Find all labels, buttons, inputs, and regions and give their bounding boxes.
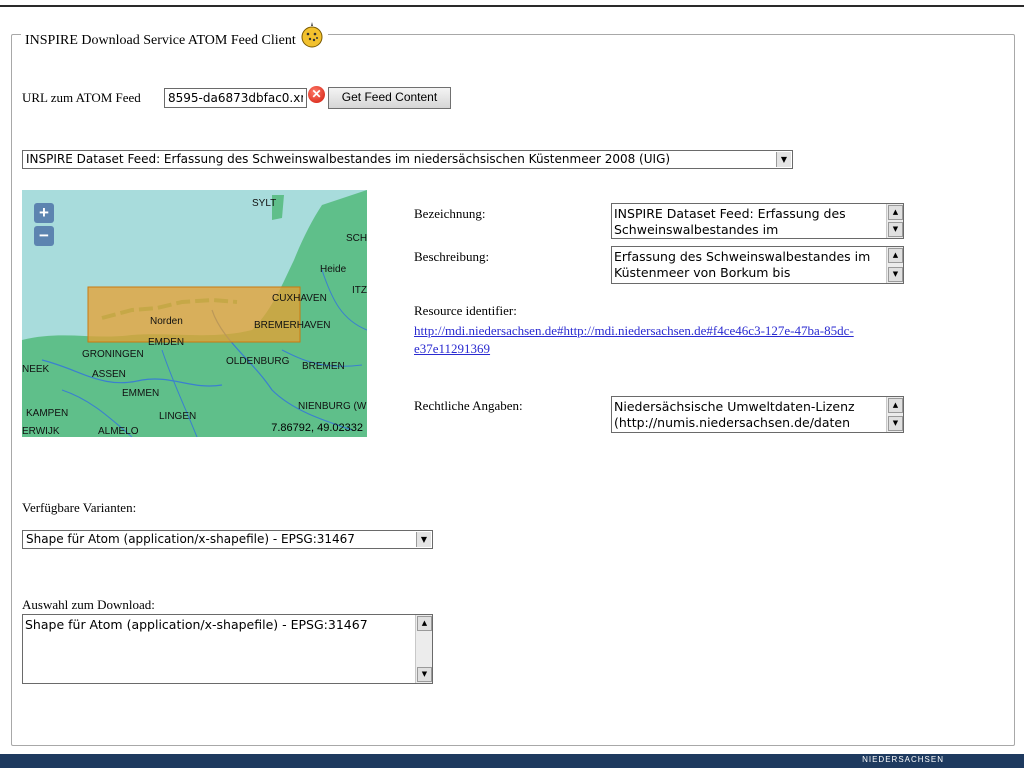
scroll-up-icon[interactable]: ▲ xyxy=(888,248,903,263)
gear-face-icon xyxy=(301,22,323,48)
beschreibung-textarea[interactable]: Erfassung des Schweinswalbestandes im Kü… xyxy=(611,246,904,284)
map-label: ITZ xyxy=(352,285,367,296)
bbox-rect xyxy=(87,286,301,343)
download-listbox[interactable]: Shape für Atom (application/x-shapefile)… xyxy=(22,614,433,684)
scroll-down-icon[interactable]: ▼ xyxy=(417,667,432,682)
rechtliche-angaben-label: Rechtliche Angaben: xyxy=(414,398,523,413)
scroll-up-icon[interactable]: ▲ xyxy=(417,616,432,631)
feed-select[interactable]: INSPIRE Dataset Feed: Erfassung des Schw… xyxy=(22,150,793,169)
fieldset-legend: INSPIRE Download Service ATOM Feed Clien… xyxy=(21,22,328,56)
download-label: Auswahl zum Download: xyxy=(22,597,155,612)
scroll-down-icon[interactable]: ▼ xyxy=(888,267,903,282)
bezeichnung-value: INSPIRE Dataset Feed: Erfassung des Schw… xyxy=(614,206,846,237)
map-coordinates: 7.86792, 49.02332 xyxy=(271,422,363,434)
beschreibung-value: Erfassung des Schweinswalbestandes im Kü… xyxy=(614,249,871,280)
varianten-select[interactable]: Shape für Atom (application/x-shapefile)… xyxy=(22,530,433,549)
map-label: KAMPEN xyxy=(26,408,69,419)
resource-identifier-link[interactable]: http://mdi.niedersachsen.de#http://mdi.n… xyxy=(414,322,864,358)
varianten-select-value: Shape für Atom (application/x-shapefile)… xyxy=(26,532,355,546)
beschreibung-label: Beschreibung: xyxy=(414,249,490,264)
map-label: LINGEN xyxy=(159,411,197,422)
dropdown-arrow-icon[interactable]: ▼ xyxy=(776,152,791,167)
scrollbar[interactable]: ▲ ▼ xyxy=(415,615,432,683)
scrollbar[interactable]: ▲ ▼ xyxy=(886,204,903,238)
download-list-item[interactable]: Shape für Atom (application/x-shapefile)… xyxy=(25,617,368,632)
map-label: EMMEN xyxy=(122,388,160,399)
bezeichnung-label: Bezeichnung: xyxy=(414,206,486,221)
feed-select-value: INSPIRE Dataset Feed: Erfassung des Schw… xyxy=(26,152,671,166)
map-label: SCH xyxy=(346,233,367,244)
rechtliche-angaben-value: Niedersächsische Umweltdaten-Lizenz (htt… xyxy=(614,399,855,430)
dropdown-arrow-icon[interactable]: ▼ xyxy=(416,532,431,547)
map-label: NEEK xyxy=(22,364,50,375)
map-label: BREMERHAVEN xyxy=(254,320,331,331)
scroll-down-icon[interactable]: ▼ xyxy=(888,222,903,237)
clear-x-icon[interactable]: ✕ xyxy=(308,86,325,103)
get-feed-content-button[interactable]: Get Feed Content xyxy=(328,87,451,109)
scroll-down-icon[interactable]: ▼ xyxy=(888,416,903,431)
map-label: Heide xyxy=(320,264,347,275)
map-label: OLDENBURG xyxy=(226,356,290,367)
map-label: BREMEN xyxy=(302,361,345,372)
map-label: ALMELO xyxy=(98,426,139,437)
scrollbar[interactable]: ▲ ▼ xyxy=(886,397,903,432)
scroll-up-icon[interactable]: ▲ xyxy=(888,398,903,413)
map-label: EMDEN xyxy=(148,337,185,348)
scrollbar[interactable]: ▲ ▼ xyxy=(886,247,903,283)
map-canvas xyxy=(22,190,367,437)
scroll-up-icon[interactable]: ▲ xyxy=(888,205,903,220)
map-label: ASSEN xyxy=(92,369,126,380)
zoom-out-button[interactable]: − xyxy=(34,226,54,246)
map-label: SYLT xyxy=(252,198,277,209)
map-viewer[interactable]: + − SYLT SCH Heide ITZ CUXHAVEN Norden B… xyxy=(22,190,367,437)
map-label: NIENBURG (W xyxy=(298,401,367,412)
zoom-in-button[interactable]: + xyxy=(34,203,54,223)
rechtliche-angaben-textarea[interactable]: Niedersächsische Umweltdaten-Lizenz (htt… xyxy=(611,396,904,433)
map-label: CUXHAVEN xyxy=(272,293,327,304)
top-divider xyxy=(0,5,1024,7)
url-label: URL zum ATOM Feed xyxy=(22,90,141,105)
resource-identifier-label: Resource identifier: xyxy=(414,303,517,318)
url-input[interactable] xyxy=(164,88,307,108)
client-title: INSPIRE Download Service ATOM Feed Clien… xyxy=(25,33,296,48)
map-label: ERWIJK xyxy=(22,426,60,437)
bezeichnung-textarea[interactable]: INSPIRE Dataset Feed: Erfassung des Schw… xyxy=(611,203,904,239)
map-label: Norden xyxy=(150,316,183,327)
footer-bar: NIEDERSACHSEN xyxy=(0,754,1024,768)
footer-brand: NIEDERSACHSEN xyxy=(862,755,944,764)
varianten-label: Verfügbare Varianten: xyxy=(22,500,137,515)
map-label: GRONINGEN xyxy=(82,349,144,360)
